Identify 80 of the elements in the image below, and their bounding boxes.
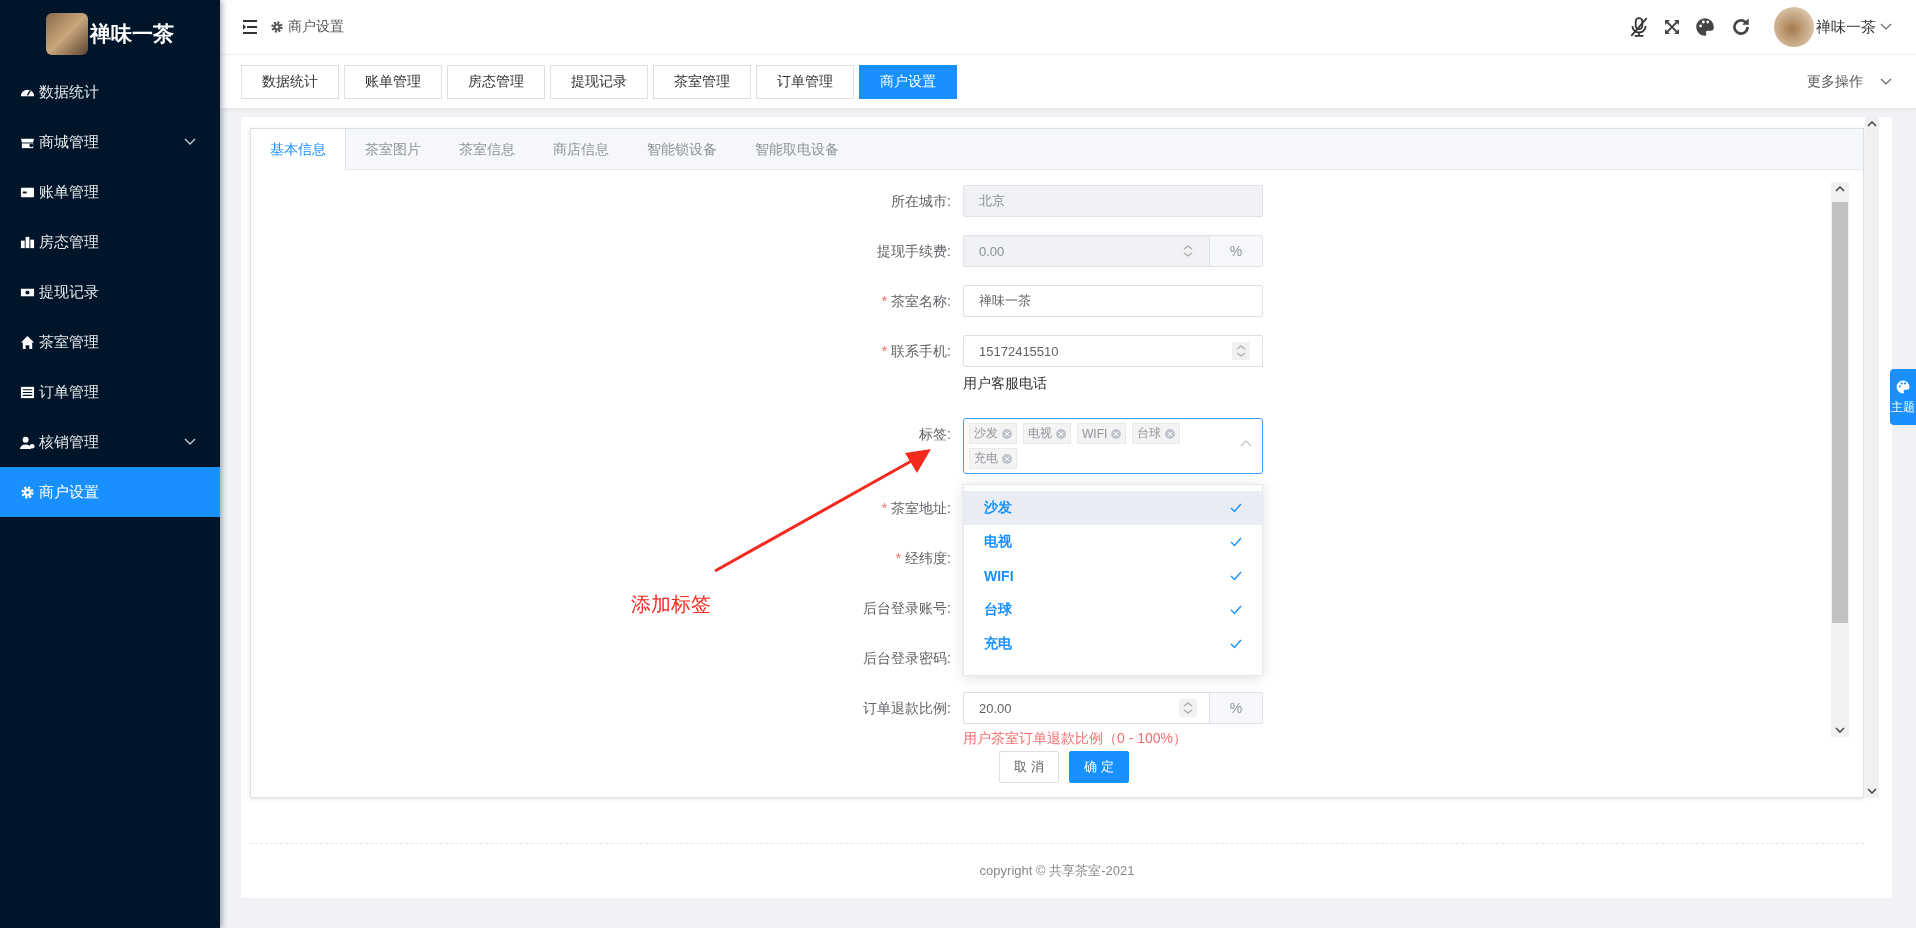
user-icon [20, 434, 35, 450]
list-icon [20, 384, 35, 400]
sidebar-item[interactable]: 账单管理 [0, 167, 220, 217]
tag-chip: 沙发 [969, 423, 1017, 444]
scroll-up-icon[interactable] [1867, 121, 1877, 127]
settings-icon [270, 20, 284, 34]
scroll-down-icon[interactable] [1835, 727, 1845, 733]
palette-icon [1895, 378, 1911, 395]
field-label: 所在城市: [891, 193, 951, 209]
chevron-down-icon[interactable] [1880, 23, 1892, 31]
brand-name: 禅味一茶 [90, 20, 174, 47]
palette-icon[interactable] [1694, 16, 1716, 38]
unit-suffix: % [1209, 693, 1262, 723]
required-asterisk: * [881, 343, 888, 359]
chevron-down-icon[interactable] [1880, 77, 1892, 86]
annotation-text: 添加标签 [631, 592, 711, 617]
number-field[interactable]: 15172415510 [963, 335, 1263, 367]
number-field[interactable]: 20.00 % [963, 692, 1263, 724]
microphone-muted-icon[interactable] [1628, 16, 1650, 38]
scrollbar[interactable] [1831, 182, 1849, 737]
gear-icon [20, 484, 35, 500]
field-hint: 用户茶室订单退款比例（0 - 100%） [963, 729, 1189, 748]
tag-chip: WIFI [1077, 423, 1127, 444]
field-label: 茶室名称: [891, 293, 951, 309]
field-label: 订单退款比例: [863, 700, 951, 716]
page-tab[interactable]: 订单管理 [756, 64, 854, 99]
field-label: 提现手续费: [877, 243, 951, 259]
input-field[interactable]: 禅味一茶 [963, 285, 1263, 317]
menu-icon[interactable] [242, 20, 258, 34]
page-tab[interactable]: 账单管理 [344, 64, 442, 99]
page-tab[interactable]: 茶室管理 [653, 64, 751, 99]
check-icon [1230, 571, 1242, 581]
sidebar-item[interactable]: 提现记录 [0, 267, 220, 317]
field-hint: 用户客服电话 [963, 374, 1048, 393]
user-name[interactable]: 禅味一茶 [1816, 17, 1876, 37]
scroll-up-icon[interactable] [1835, 186, 1845, 192]
fullscreen-icon[interactable] [1664, 19, 1680, 35]
refresh-icon[interactable] [1730, 16, 1752, 38]
field-label: 后台登录密码: [863, 650, 951, 666]
required-asterisk: * [895, 550, 902, 566]
check-icon [1230, 503, 1242, 513]
tag-chip: 充电 [969, 448, 1017, 469]
scroll-down-icon[interactable] [1867, 788, 1877, 794]
sidebar-item[interactable]: 商城管理 [0, 117, 220, 167]
check-icon [1230, 537, 1242, 547]
sidebar-item[interactable]: 订单管理 [0, 367, 220, 417]
check-icon [1230, 605, 1242, 615]
field-label: 茶室地址: [891, 500, 951, 516]
field-label: 后台登录账号: [863, 600, 951, 616]
check-icon [1230, 639, 1242, 649]
field-label: 联系手机: [891, 343, 951, 359]
sidebar-item[interactable]: 茶室管理 [0, 317, 220, 367]
dropdown-option[interactable]: 充电 [964, 627, 1262, 661]
unit-suffix: % [1209, 236, 1262, 266]
sidebar-item[interactable]: 核销管理 [0, 417, 220, 467]
tag-chip: 台球 [1132, 423, 1181, 444]
required-asterisk: * [881, 500, 888, 516]
form-tab[interactable]: 基本信息 [251, 129, 346, 170]
logo-photo-placeholder [46, 12, 88, 55]
dropdown-option[interactable]: 电视 [964, 525, 1262, 559]
avatar-photo-placeholder[interactable] [1774, 7, 1814, 47]
field-label: 标签: [919, 426, 951, 442]
sidebar-item[interactable]: 房态管理 [0, 217, 220, 267]
cancel-button[interactable]: 取 消 [999, 751, 1059, 783]
tag-chip: 电视 [1023, 423, 1071, 444]
scrollbar[interactable] [1865, 117, 1879, 798]
page-tab[interactable]: 提现记录 [550, 64, 648, 99]
field-label: 经纬度: [905, 550, 951, 566]
copyright-text: copyright © 共享茶室-2021 [979, 862, 1135, 880]
chevron-down-icon [184, 438, 196, 446]
required-asterisk: * [881, 293, 888, 309]
house-icon [20, 334, 35, 350]
page-tab[interactable]: 数据统计 [241, 64, 339, 99]
building-icon [20, 234, 35, 250]
chevron-icon [1240, 439, 1252, 447]
sidebar-item[interactable]: 数据统计 [0, 67, 220, 117]
page-tab[interactable]: 房态管理 [447, 64, 545, 99]
more-actions-dropdown[interactable]: 更多操作 [1807, 72, 1863, 91]
breadcrumb[interactable]: 商户设置 [288, 18, 344, 36]
chevron-down-icon [184, 138, 196, 146]
